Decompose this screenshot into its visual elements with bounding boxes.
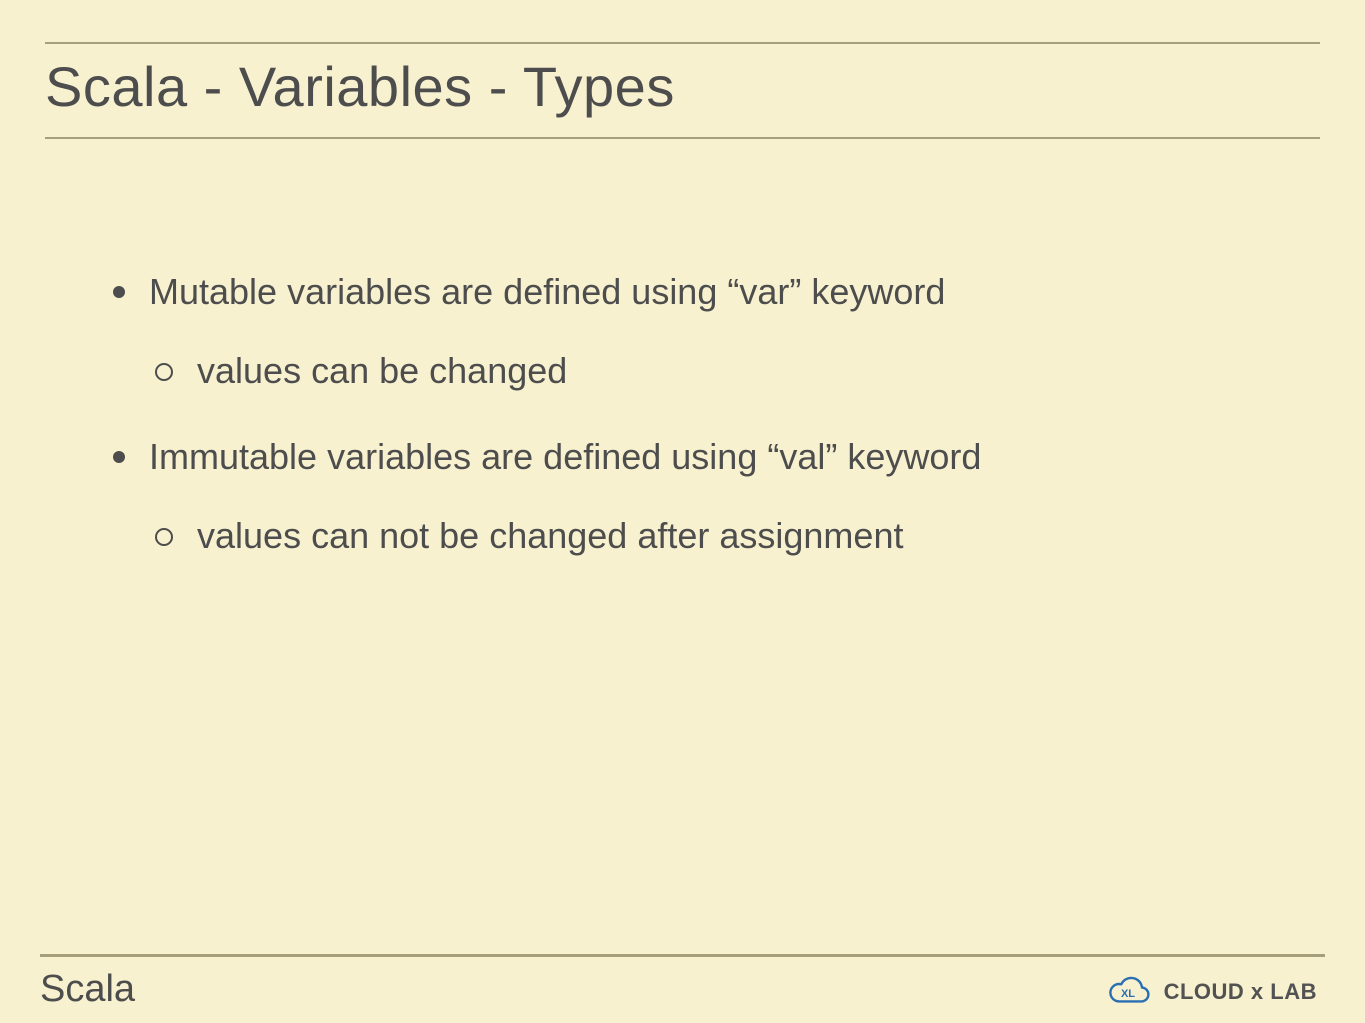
bullet-text: Immutable variables are defined using “v… — [149, 436, 981, 477]
sub-bullet-text: values can be changed — [197, 350, 567, 391]
brand-text: CLOUD x LAB — [1164, 979, 1317, 1005]
footer-label: Scala — [40, 968, 135, 1011]
rule-top — [45, 42, 1320, 44]
cloud-inner-text: XL — [1121, 988, 1135, 1000]
title-region: Scala - Variables - Types — [45, 42, 1320, 139]
sub-bullet-item: values can be changed — [149, 347, 1285, 396]
sub-bullet-item: values can not be changed after assignme… — [149, 512, 1285, 561]
brand-logo: XL CLOUD x LAB — [1102, 975, 1317, 1009]
slide-content: Mutable variables are defined using “var… — [105, 268, 1285, 598]
bullet-item: Mutable variables are defined using “var… — [105, 268, 1285, 395]
bullet-text: Mutable variables are defined using “var… — [149, 271, 945, 312]
cloud-icon: XL — [1102, 975, 1154, 1009]
presentation-slide: Scala - Variables - Types Mutable variab… — [0, 0, 1365, 1023]
sub-bullet-list: values can not be changed after assignme… — [149, 512, 1285, 561]
slide-title: Scala - Variables - Types — [45, 54, 1320, 119]
rule-bottom — [45, 137, 1320, 139]
bullet-list: Mutable variables are defined using “var… — [105, 268, 1285, 560]
sub-bullet-list: values can be changed — [149, 347, 1285, 396]
footer-rule — [40, 954, 1325, 957]
bullet-item: Immutable variables are defined using “v… — [105, 433, 1285, 560]
sub-bullet-text: values can not be changed after assignme… — [197, 515, 903, 556]
